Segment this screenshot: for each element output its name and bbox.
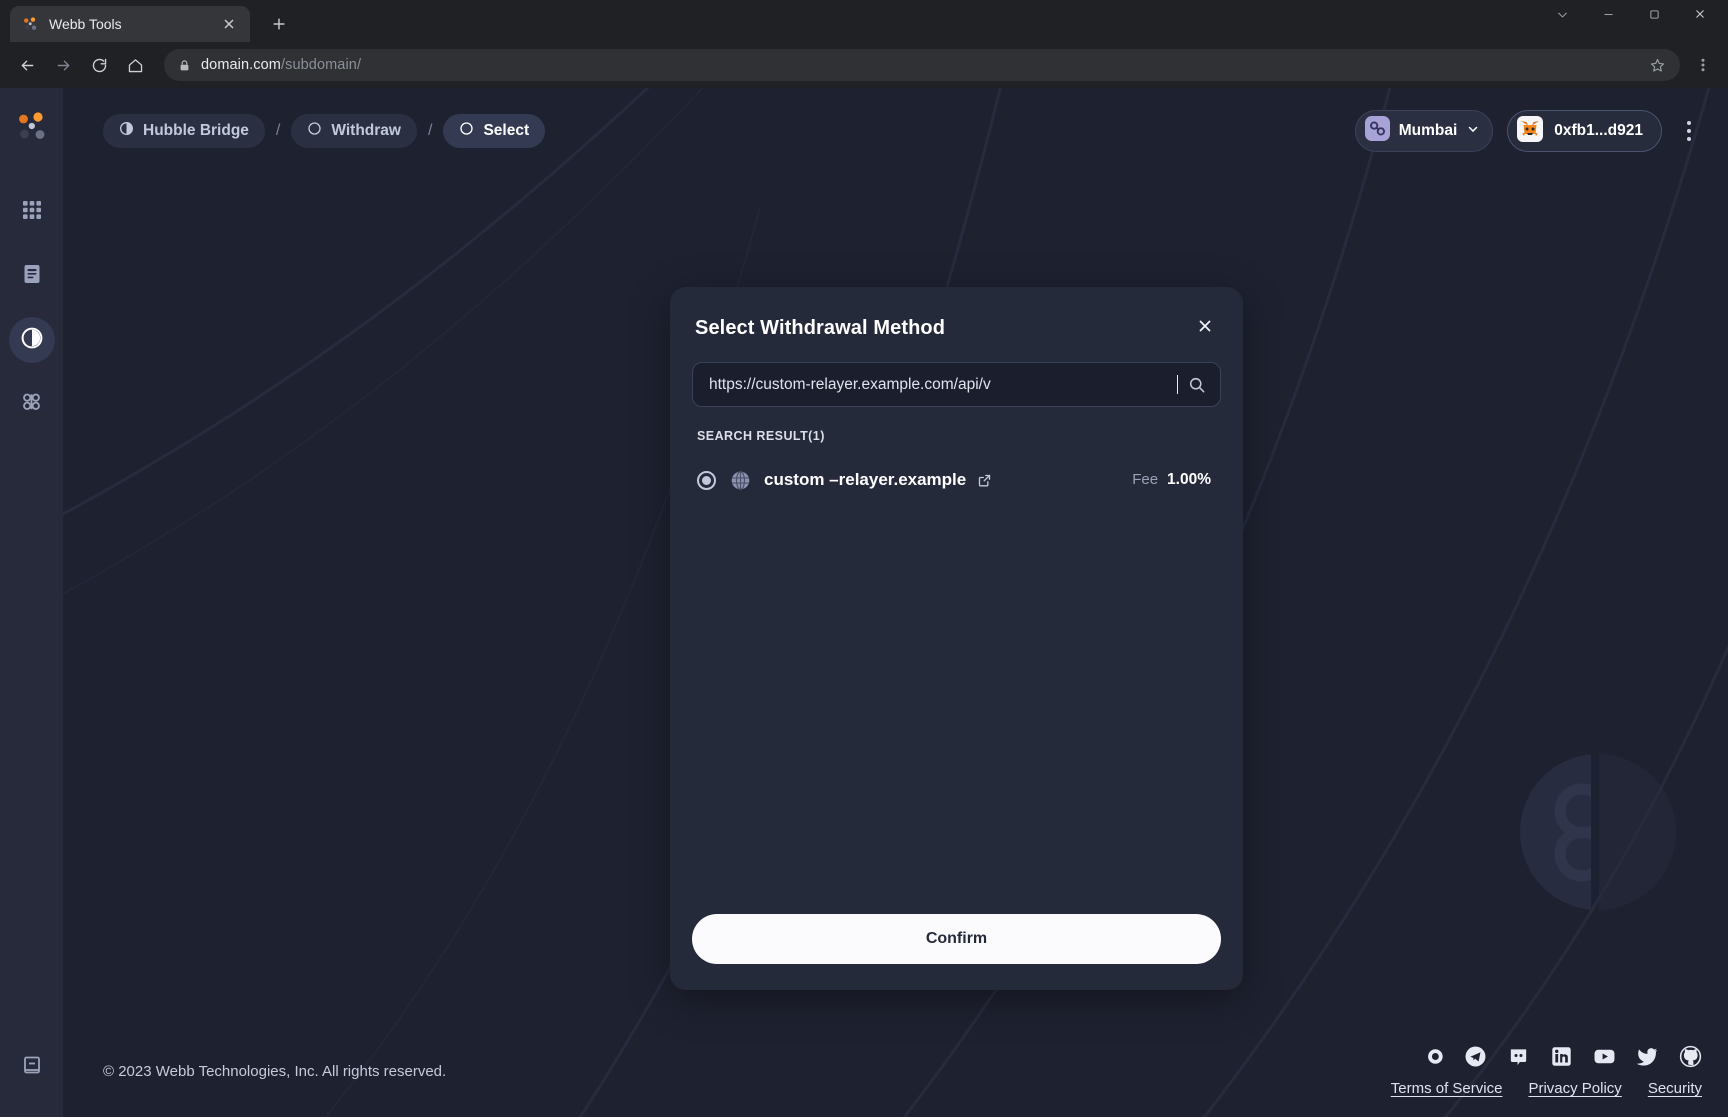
circle-icon — [459, 121, 474, 141]
modal-title: Select Withdrawal Method — [695, 317, 946, 339]
footer-right: Terms of Service Privacy Policy Security — [1391, 1045, 1702, 1097]
breadcrumb-item-withdraw[interactable]: Withdraw — [291, 114, 417, 148]
wallet-button[interactable]: 0xfb1...d921 — [1507, 110, 1662, 152]
browser-toolbar: domain.com/subdomain/ — [0, 42, 1728, 88]
sidebar-item-apps-grid[interactable] — [9, 189, 55, 235]
breadcrumb-item-hubble-bridge[interactable]: Hubble Bridge — [103, 114, 265, 148]
breadcrumb-separator: / — [427, 122, 433, 139]
breadcrumb: Hubble Bridge / Withdraw / Select — [103, 114, 546, 148]
circle-icon — [307, 121, 322, 141]
commit-icon[interactable] — [1421, 1045, 1444, 1068]
app-footer: © 2023 Webb Technologies, Inc. All right… — [63, 1025, 1728, 1117]
withdrawal-method-modal: Select Withdrawal Method https://custom-… — [670, 287, 1243, 990]
polygon-icon — [1364, 116, 1390, 146]
breadcrumb-label: Withdraw — [331, 122, 401, 139]
app-main: Hubble Bridge / Withdraw / Select Mumbai… — [63, 88, 1728, 1117]
browser-chrome: Webb Tools domain.com/subdomain/ — [0, 0, 1728, 88]
new-tab-button[interactable] — [264, 9, 294, 39]
chain-label: Mumbai — [1398, 122, 1458, 139]
modal-header: Select Withdrawal Method — [692, 317, 1221, 340]
breadcrumb-label: Hubble Bridge — [143, 122, 249, 139]
sidebar-item-nodes[interactable] — [9, 381, 55, 427]
forward-arrow-icon[interactable] — [48, 50, 78, 80]
app-root: Hubble Bridge / Withdraw / Select Mumbai… — [0, 88, 1728, 1117]
nodes-icon — [20, 390, 43, 418]
modal-close-icon[interactable] — [1192, 313, 1218, 339]
footer-link-privacy[interactable]: Privacy Policy — [1528, 1080, 1621, 1097]
metamask-fox-icon — [1517, 115, 1544, 147]
text-caret — [1177, 375, 1178, 394]
relayer-search-field[interactable] — [692, 362, 1221, 407]
window-close-icon[interactable] — [1690, 4, 1710, 24]
sidebar-item-docs[interactable] — [9, 1045, 55, 1091]
url-domain: domain.com — [201, 57, 281, 73]
sidebar-item-bridge[interactable] — [8, 317, 55, 363]
sidebar-item-statistics[interactable] — [9, 253, 55, 299]
footer-links: Terms of Service Privacy Policy Security — [1391, 1080, 1702, 1097]
lock-icon — [178, 59, 191, 72]
reload-icon[interactable] — [84, 50, 114, 80]
chain-selector-button[interactable]: Mumbai — [1354, 110, 1494, 152]
document-icon — [21, 263, 43, 290]
breadcrumb-item-select[interactable]: Select — [443, 114, 546, 148]
social-links — [1421, 1045, 1702, 1068]
topbar-actions: Mumbai 0xfb1...d921 — [1354, 110, 1702, 152]
minimize-icon[interactable] — [1598, 4, 1618, 24]
fee-label: Fee — [1132, 471, 1159, 488]
youtube-icon[interactable] — [1593, 1045, 1616, 1068]
webb-logo-icon — [22, 16, 39, 33]
footer-link-terms[interactable]: Terms of Service — [1391, 1080, 1503, 1097]
search-input[interactable] — [709, 375, 1178, 394]
github-icon[interactable] — [1679, 1045, 1702, 1068]
chevron-down-icon[interactable] — [1552, 4, 1572, 24]
sidebar-logo[interactable] — [15, 110, 49, 149]
linkedin-icon[interactable] — [1550, 1045, 1573, 1068]
address-bar[interactable]: domain.com/subdomain/ — [164, 49, 1680, 81]
search-icon[interactable] — [1188, 376, 1206, 394]
tab-close-icon[interactable] — [220, 15, 238, 33]
external-link-icon[interactable] — [977, 473, 992, 488]
footer-link-security[interactable]: Security — [1648, 1080, 1702, 1097]
relayer-result-row[interactable]: custom –relayer.example Fee 1.00% — [692, 457, 1221, 503]
maximize-icon[interactable] — [1644, 4, 1664, 24]
globe-icon — [730, 470, 751, 491]
app-sidebar — [0, 88, 63, 1117]
confirm-button[interactable]: Confirm — [692, 914, 1221, 964]
relayer-fee: Fee 1.00% — [1132, 471, 1211, 489]
webb-logo-icon — [18, 112, 44, 139]
breadcrumb-label: Select — [483, 122, 530, 139]
relayer-name: custom –relayer.example — [764, 470, 967, 489]
twitter-icon[interactable] — [1636, 1045, 1659, 1068]
app-stage: Select Withdrawal Method https://custom-… — [63, 174, 1728, 1025]
circle-half-icon — [119, 121, 134, 141]
home-icon[interactable] — [120, 50, 150, 80]
grid-icon — [21, 199, 43, 226]
star-icon[interactable] — [1649, 57, 1666, 74]
vertical-dots-icon[interactable] — [1676, 114, 1702, 148]
book-icon — [21, 1055, 43, 1082]
window-controls — [1552, 4, 1722, 24]
telegram-icon[interactable] — [1464, 1045, 1487, 1068]
app-topbar: Hubble Bridge / Withdraw / Select Mumbai… — [63, 88, 1728, 174]
search-results-label: SEARCH RESULT(1) — [697, 429, 825, 443]
circle-half-icon — [20, 326, 44, 355]
back-arrow-icon[interactable] — [12, 50, 42, 80]
copyright-text: © 2023 Webb Technologies, Inc. All right… — [103, 1062, 447, 1080]
chevron-down-icon — [1466, 122, 1480, 141]
relayer-radio-button[interactable] — [697, 470, 716, 490]
browser-tab-title: Webb Tools — [49, 16, 122, 32]
fee-value: 1.00% — [1167, 471, 1211, 488]
wallet-address: 0xfb1...d921 — [1554, 122, 1643, 139]
kebab-menu-icon[interactable] — [1690, 50, 1716, 80]
address-bar-url: domain.com/subdomain/ — [201, 57, 361, 73]
browser-tabstrip: Webb Tools — [0, 0, 1728, 42]
breadcrumb-separator: / — [275, 122, 281, 139]
discord-icon[interactable] — [1507, 1045, 1530, 1068]
browser-tab[interactable]: Webb Tools — [10, 6, 250, 42]
url-path: /subdomain/ — [280, 57, 362, 73]
